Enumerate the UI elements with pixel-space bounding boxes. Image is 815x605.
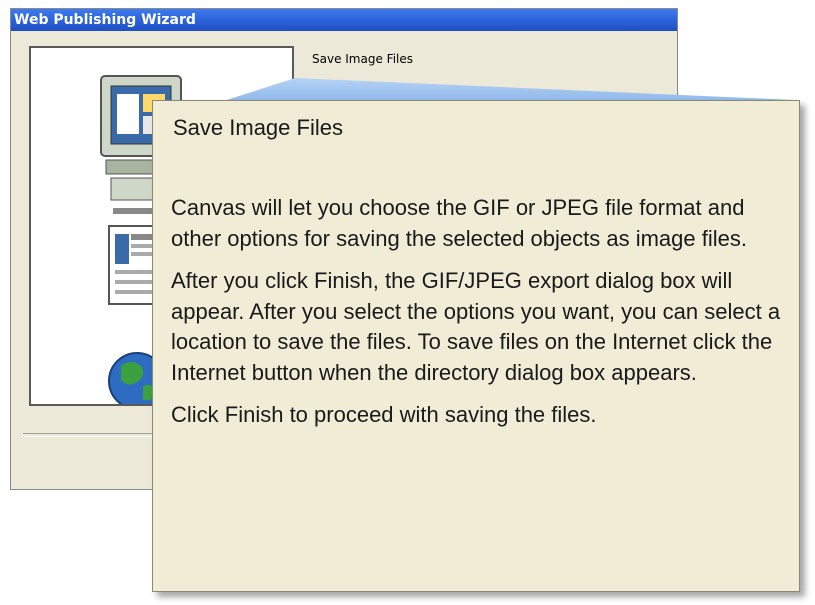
balloon-paragraph: Click Finish to proceed with saving the … — [171, 402, 597, 427]
help-balloon: Save Image Files Canvas will let you cho… — [152, 100, 800, 592]
balloon-paragraph: After you click Finish, the GIF/JPEG exp… — [171, 268, 781, 385]
balloon-paragraph: Canvas will let you choose the GIF or JP… — [171, 195, 747, 251]
balloon-title: Save Image Files — [173, 115, 343, 140]
window-title: Web Publishing Wizard — [11, 9, 677, 31]
step-title: Save Image Files — [312, 52, 413, 66]
balloon-body: Canvas will let you choose the GIF or JP… — [171, 193, 783, 443]
